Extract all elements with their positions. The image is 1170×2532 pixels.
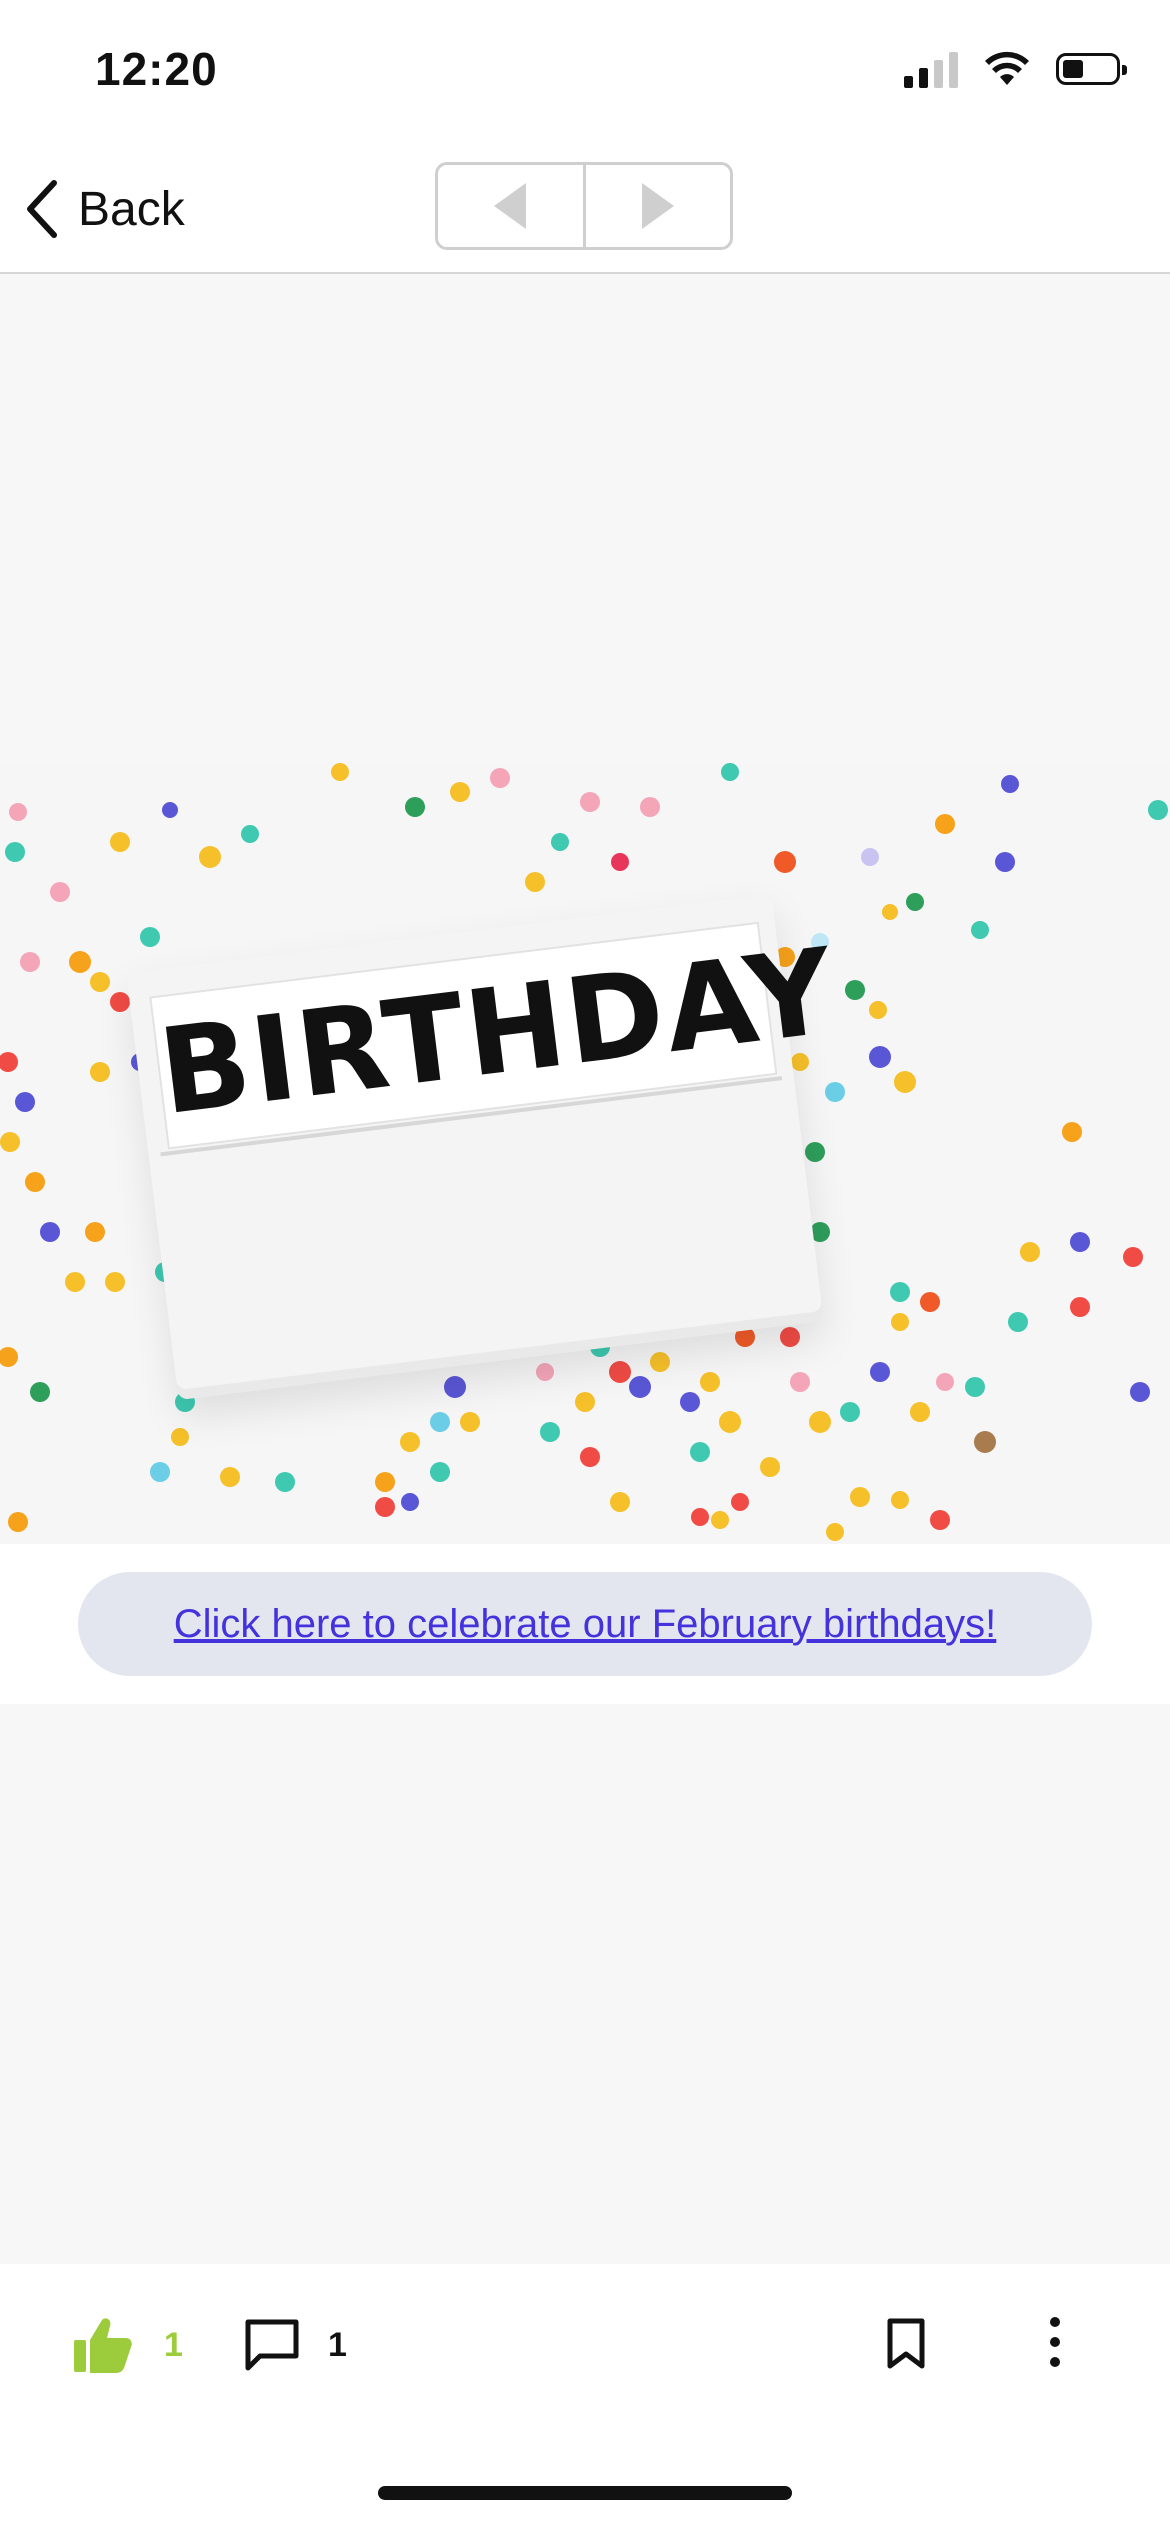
comment-button[interactable]: 1 — [244, 2318, 347, 2372]
previous-post-button[interactable] — [438, 165, 586, 247]
post-content: BIRTHDAY Click here to celebrate our Feb… — [0, 274, 1170, 2264]
bookmark-button[interactable] — [886, 2318, 926, 2375]
chevron-left-icon — [27, 180, 57, 238]
birthday-image: BIRTHDAY — [0, 762, 1170, 1544]
signal-icon — [904, 50, 958, 88]
nav-bar: Back — [0, 150, 1170, 274]
status-time: 12:20 — [95, 43, 218, 95]
more-options-button[interactable] — [1040, 2314, 1070, 2375]
birthday-link-pill: Click here to celebrate our February bir… — [78, 1572, 1092, 1676]
comment-icon — [245, 2319, 299, 2371]
status-icons — [904, 50, 1127, 88]
post-pager — [435, 162, 733, 250]
back-button[interactable]: Back — [24, 174, 185, 244]
lightbox-sign: BIRTHDAY — [126, 893, 842, 1401]
like-count: 1 — [164, 2325, 183, 2364]
triangle-left-icon — [494, 183, 527, 229]
next-post-button[interactable] — [586, 165, 731, 247]
home-indicator[interactable] — [378, 2486, 792, 2500]
wifi-icon — [985, 51, 1029, 85]
battery-icon — [1056, 53, 1127, 85]
status-bar: 12:20 — [0, 0, 1170, 150]
more-vertical-icon — [1050, 2317, 1060, 2367]
bookmark-icon — [887, 2318, 925, 2369]
like-button[interactable]: 1 — [72, 2316, 183, 2374]
thumbs-up-icon — [74, 2318, 132, 2373]
back-label: Back — [78, 182, 185, 236]
link-section: Click here to celebrate our February bir… — [0, 1544, 1170, 1704]
birthday-link[interactable]: Click here to celebrate our February bir… — [174, 1602, 997, 1647]
comment-count: 1 — [328, 2325, 347, 2364]
triangle-right-icon — [641, 183, 674, 229]
